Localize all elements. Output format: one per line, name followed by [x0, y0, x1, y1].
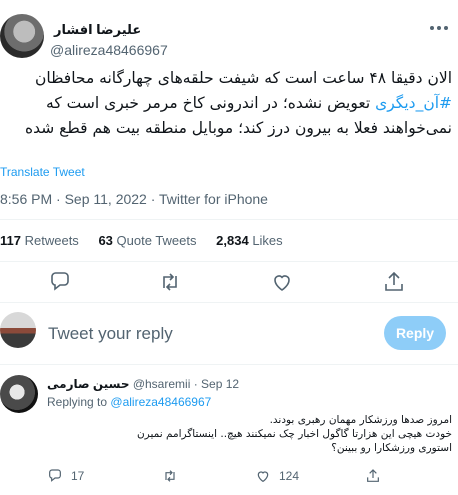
divider	[0, 219, 458, 220]
reply-tweet[interactable]: حسین صارمی @hsaremii · Sep 12 Replying t…	[0, 373, 458, 491]
reply-actions: 17 124	[47, 468, 427, 488]
reply-reply-action[interactable]: 17	[47, 468, 84, 484]
like-icon[interactable]	[270, 270, 294, 294]
share-icon[interactable]	[365, 468, 381, 484]
more-options-icon[interactable]	[430, 26, 448, 32]
reply-text: امروز صدها ورزشکار مهمان رهبری بودند. خو…	[47, 413, 452, 455]
tweet-text-part: الان دقیقا ۴۸ ساعت است که شیفت حلقه‌های …	[34, 69, 452, 87]
reply-count: 17	[71, 469, 85, 483]
tweet-header: علیرضا افشار @alireza48466967	[0, 10, 458, 60]
divider	[0, 364, 458, 365]
translate-tweet-link[interactable]: Translate Tweet	[0, 165, 85, 179]
reply-author-handle[interactable]: @hsaremii	[133, 377, 191, 391]
reply-author-avatar[interactable]	[0, 375, 38, 413]
like-icon[interactable]	[255, 468, 271, 484]
tweet-timestamp[interactable]: 8:56 PM · Sep 11, 2022 · Twitter for iPh…	[0, 191, 268, 207]
my-avatar[interactable]	[0, 312, 36, 348]
divider	[0, 261, 458, 262]
author-handle[interactable]: @alireza48466967	[50, 42, 168, 58]
reply-text-line: امروز صدها ورزشکار مهمان رهبری بودند.	[269, 414, 452, 426]
replying-to-handle-link[interactable]: @alireza48466967	[110, 395, 211, 409]
retweet-icon[interactable]	[162, 468, 178, 484]
reply-like-action[interactable]: 124	[255, 468, 299, 484]
reply-composer: Tweet your reply Reply	[0, 312, 458, 358]
reply-icon[interactable]	[48, 270, 72, 294]
retweets-stat[interactable]: 117 Retweets	[0, 233, 79, 248]
reply-icon[interactable]	[47, 468, 63, 484]
likes-stat[interactable]: 2,834 Likes	[216, 233, 283, 248]
reply-header: حسین صارمی @hsaremii · Sep 12	[47, 377, 239, 391]
reply-button[interactable]: Reply	[384, 316, 446, 350]
divider	[0, 302, 458, 303]
reply-text-line: استوری ورزشکارا رو ببینن؟	[331, 442, 452, 454]
tweet-text: الان دقیقا ۴۸ ساعت است که شیفت حلقه‌های …	[0, 66, 452, 141]
tweet-stats: 117 Retweets 63 Quote Tweets 2,834 Likes	[0, 233, 299, 248]
like-count: 124	[279, 469, 300, 483]
retweet-icon[interactable]	[158, 270, 182, 294]
reply-share-action[interactable]	[365, 468, 381, 484]
reply-retweet-action[interactable]	[162, 468, 186, 484]
replying-to-label: Replying to	[47, 395, 108, 409]
replying-to: Replying to @alireza48466967	[47, 395, 211, 409]
quote-tweets-stat[interactable]: 63 Quote Tweets	[98, 233, 196, 248]
author-name[interactable]: علیرضا افشار	[54, 22, 141, 38]
share-icon[interactable]	[382, 270, 406, 294]
reply-author-name[interactable]: حسین صارمی	[47, 377, 129, 391]
reply-input[interactable]: Tweet your reply	[48, 324, 173, 344]
reply-date[interactable]: · Sep 12	[194, 377, 239, 391]
tweet-actions	[0, 264, 458, 300]
hashtag-link[interactable]: #آن_دیگری	[375, 94, 452, 112]
reply-text-line: خودت هیچی این هزارتا گاگول اخبار چک نمیک…	[136, 428, 452, 440]
author-avatar[interactable]	[0, 14, 44, 58]
